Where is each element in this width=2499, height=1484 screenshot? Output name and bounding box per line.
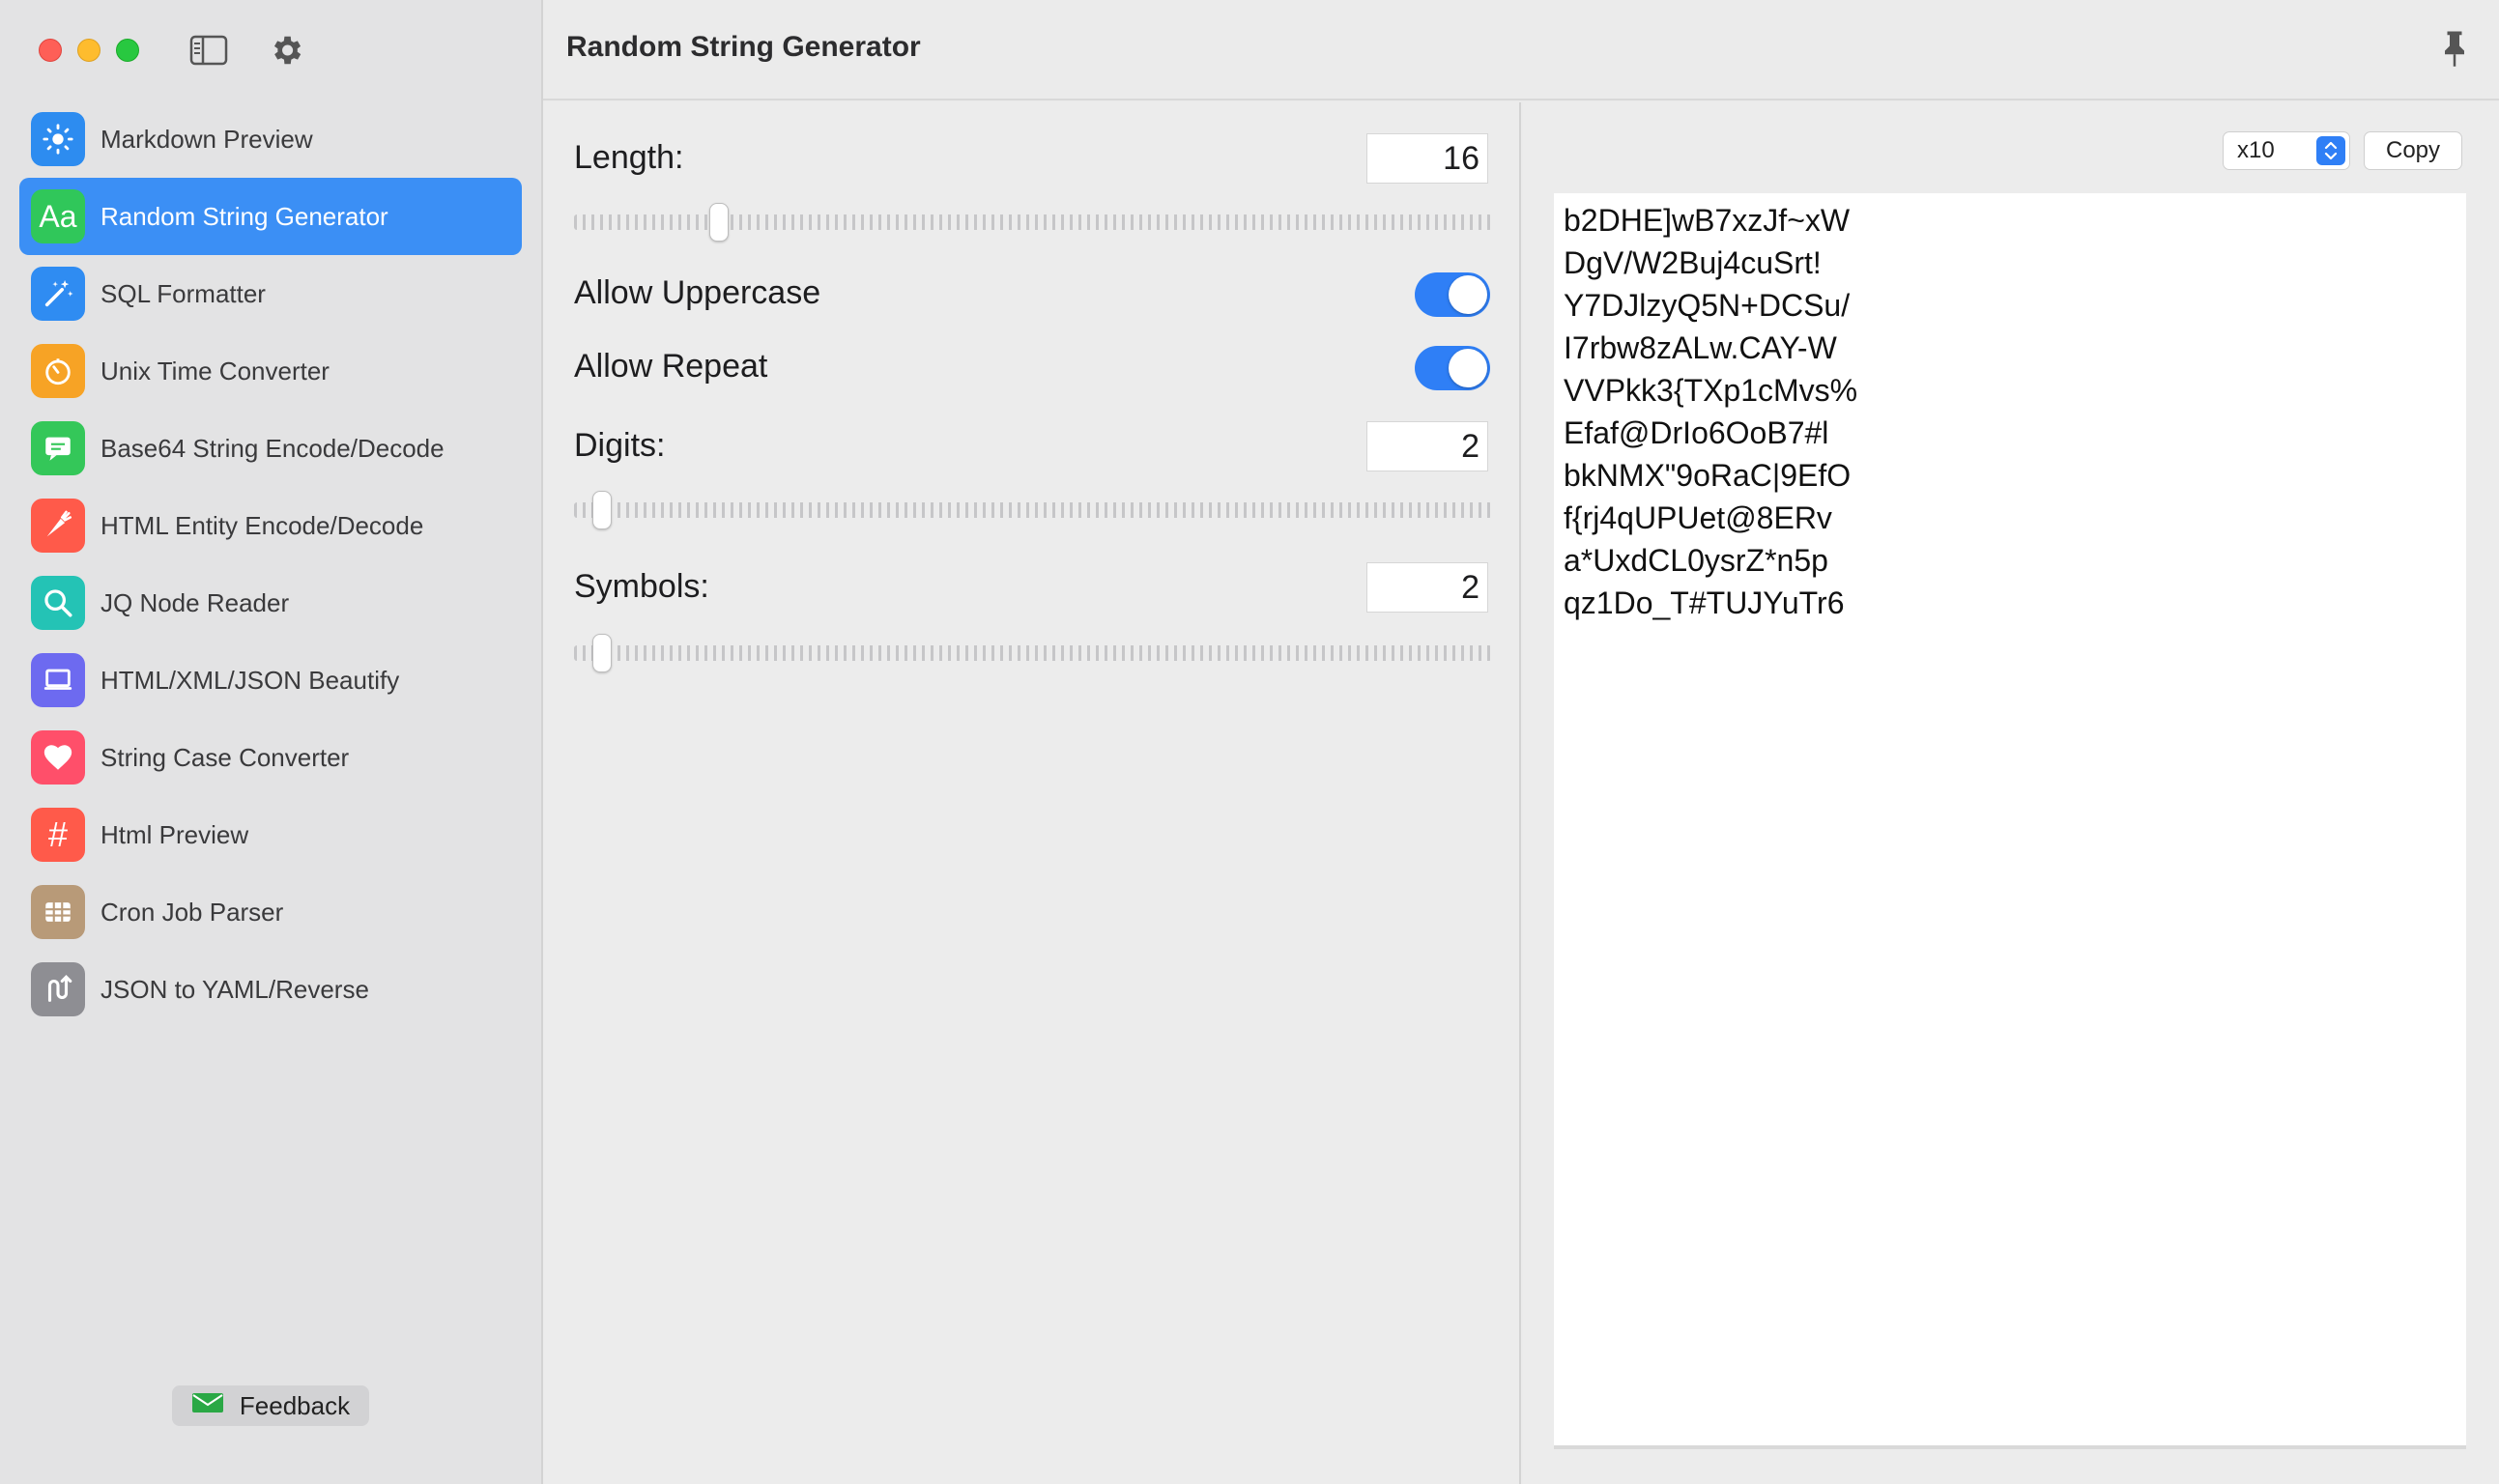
sun-icon [31, 112, 85, 166]
symbols-field[interactable]: 2 [1366, 562, 1488, 613]
sidebar-item-label: HTML/XML/JSON Beautify [101, 665, 400, 695]
sidebar-item-markdown-preview[interactable]: Markdown Preview [19, 100, 522, 178]
allow-repeat-label: Allow Repeat [574, 348, 768, 385]
title-bar: Random String Generator [543, 0, 2499, 100]
sidebar-item-label: HTML Entity Encode/Decode [101, 510, 424, 540]
output-line: Y7DJlzyQ5N+DCSu/ [1564, 288, 1851, 323]
sidebar-item-jq-node-reader[interactable]: JQ Node Reader [19, 564, 522, 642]
sidebar-item-label: Markdown Preview [101, 124, 313, 154]
sidebar-item-label: Unix Time Converter [101, 356, 330, 385]
timer-icon [31, 344, 85, 398]
magnifier-icon [31, 576, 85, 630]
minimize-window-button[interactable] [77, 39, 101, 62]
slider-track [574, 502, 1492, 518]
text-aa-icon: Aa [31, 189, 85, 243]
output-panel: x10 Copy b2DHE]wB7xzJf~xW DgV/W2Buj4cuSr… [1523, 102, 2499, 1484]
copy-button[interactable]: Copy [2364, 131, 2462, 170]
zoom-window-button[interactable] [116, 39, 139, 62]
sidebar-toggle-icon[interactable] [187, 29, 230, 71]
sidebar-item-json-to-yaml[interactable]: JSON to YAML/Reverse [19, 951, 522, 1028]
sidebar-item-label: Html Preview [101, 819, 249, 849]
slider-thumb[interactable] [592, 634, 612, 672]
slider-thumb[interactable] [592, 491, 612, 529]
output-line: qz1Do_T#TUJYuTr6 [1564, 585, 1845, 620]
sidebar-item-html-entity[interactable]: HTML Entity Encode/Decode [19, 487, 522, 564]
sidebar-nav: Markdown Preview Aa Random String Genera… [19, 100, 522, 1028]
feedback-button[interactable]: Feedback [172, 1385, 369, 1426]
pin-icon[interactable] [2433, 27, 2476, 70]
carrot-icon [31, 499, 85, 553]
envelope-icon [191, 1391, 224, 1421]
output-line: b2DHE]wB7xzJf~xW [1564, 203, 1851, 238]
slider-thumb[interactable] [709, 203, 729, 242]
grid-icon [31, 885, 85, 939]
sidebar-item-label: Random String Generator [101, 201, 388, 231]
output-line: VVPkk3{TXp1cMvs% [1564, 373, 1858, 408]
output-textarea[interactable]: b2DHE]wB7xzJf~xW DgV/W2Buj4cuSrt! Y7DJlz… [1554, 193, 2466, 1449]
page-title: Random String Generator [566, 31, 921, 63]
sidebar-item-cron-job-parser[interactable]: Cron Job Parser [19, 873, 522, 951]
route-icon [31, 962, 85, 1016]
allow-uppercase-label: Allow Uppercase [574, 274, 821, 311]
settings-panel: Length: 16 Allow Uppercase Allow Repeat … [543, 102, 1521, 1484]
gear-icon[interactable] [265, 29, 307, 71]
digits-field[interactable]: 2 [1366, 421, 1488, 471]
length-slider[interactable] [574, 203, 1492, 242]
digits-label: Digits: [574, 427, 666, 464]
close-window-button[interactable] [39, 39, 62, 62]
count-select[interactable]: x10 [2223, 131, 2350, 170]
sidebar: Markdown Preview Aa Random String Genera… [0, 0, 543, 1484]
sidebar-item-label: JQ Node Reader [101, 587, 290, 617]
sidebar-item-sql-formatter[interactable]: SQL Formatter [19, 255, 522, 332]
output-line: bkNMX"9oRaC|9EfO [1564, 458, 1852, 493]
sidebar-item-base64[interactable]: Base64 String Encode/Decode [19, 410, 522, 487]
message-icon [31, 421, 85, 475]
allow-uppercase-toggle[interactable] [1415, 272, 1490, 317]
length-field[interactable]: 16 [1366, 133, 1488, 184]
sidebar-item-label: String Case Converter [101, 742, 350, 772]
length-label: Length: [574, 139, 684, 176]
slider-track [574, 645, 1492, 661]
laptop-icon [31, 653, 85, 707]
allow-repeat-toggle[interactable] [1415, 346, 1490, 390]
symbols-slider[interactable] [574, 634, 1492, 672]
heart-icon [31, 730, 85, 785]
sidebar-item-random-string-generator[interactable]: Aa Random String Generator [19, 178, 522, 255]
output-line: Efaf@DrIo6OoB7#l [1564, 415, 1829, 450]
sidebar-item-beautify[interactable]: HTML/XML/JSON Beautify [19, 642, 522, 719]
output-line: a*UxdCL0ysrZ*n5p [1564, 543, 1828, 578]
sidebar-item-label: Cron Job Parser [101, 897, 284, 927]
output-line: f{rj4qUPUet@8ERv [1564, 500, 1832, 535]
digits-slider[interactable] [574, 491, 1492, 529]
hash-icon: # [31, 808, 85, 862]
output-line: I7rbw8zALw.CAY-W [1564, 330, 1837, 365]
sidebar-item-label: SQL Formatter [101, 278, 266, 308]
sidebar-item-html-preview[interactable]: # Html Preview [19, 796, 522, 873]
magic-wand-icon [31, 267, 85, 321]
sidebar-item-unix-time-converter[interactable]: Unix Time Converter [19, 332, 522, 410]
sidebar-item-string-case-converter[interactable]: String Case Converter [19, 719, 522, 796]
count-select-value: x10 [2237, 137, 2275, 163]
updown-chevron-icon [2316, 136, 2345, 165]
symbols-label: Symbols: [574, 568, 709, 605]
sidebar-item-label: Base64 String Encode/Decode [101, 433, 445, 463]
output-line: DgV/W2Buj4cuSrt! [1564, 245, 1822, 280]
sidebar-item-label: JSON to YAML/Reverse [101, 974, 369, 1004]
feedback-label: Feedback [239, 1390, 351, 1420]
